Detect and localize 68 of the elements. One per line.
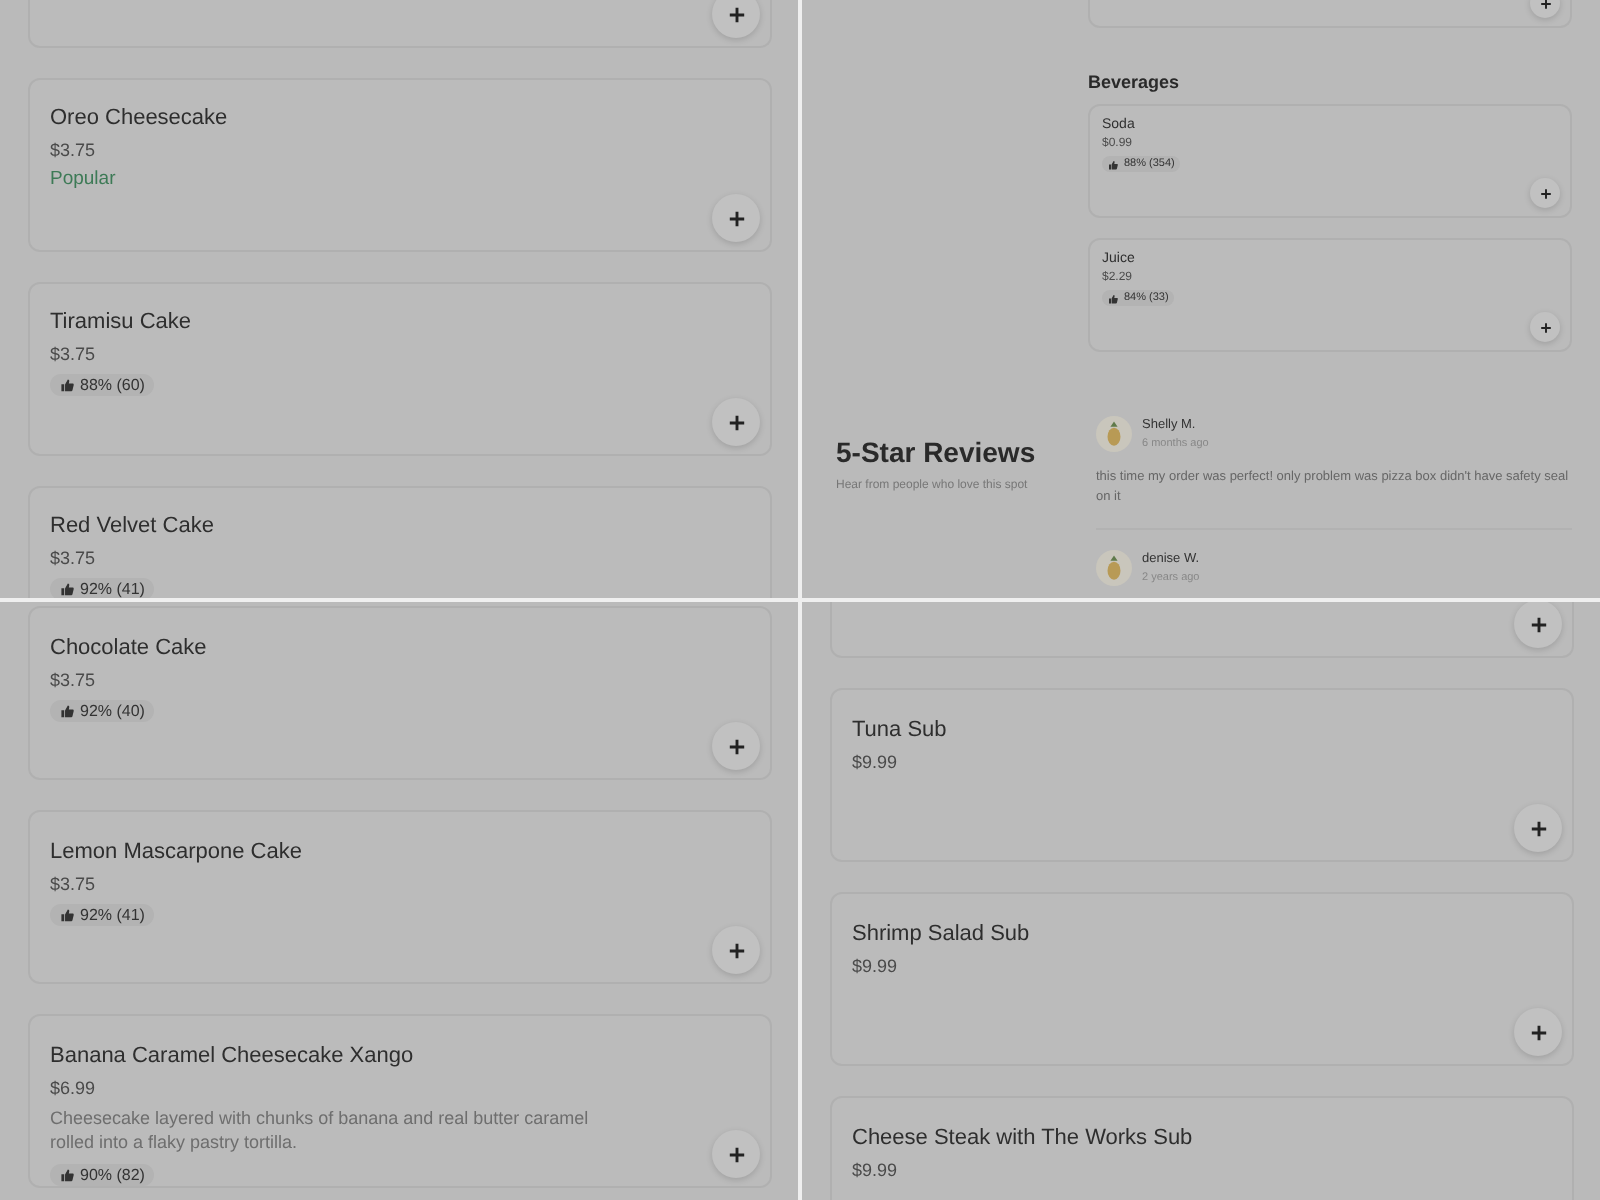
item-price: $6.99 [50,1078,98,1098]
add-button[interactable] [1514,804,1562,852]
add-button[interactable] [1514,602,1562,648]
add-button[interactable] [712,398,760,446]
section-heading: Beverages [1088,72,1182,92]
item-price: $3.75 [50,548,98,568]
thumbs-up-icon [1108,159,1118,169]
plus-icon [727,941,745,959]
menu-item-card[interactable]: Tiramisu Cake $3.75 88% (60) [28,282,772,456]
item-name: Cheese Steak with The Works Sub [852,1126,1195,1150]
thumbs-up-icon [1108,293,1118,303]
add-button[interactable] [1530,178,1560,208]
add-button[interactable] [712,722,760,770]
menu-item-card[interactable]: Tuna Sub $9.99 [830,688,1574,862]
thumbs-up-icon [60,704,74,718]
pineapple-avatar-icon [1096,550,1132,586]
item-name: Oreo Cheesecake [50,106,230,130]
add-button[interactable] [1514,1008,1562,1056]
item-name: Tiramisu Cake [50,310,193,334]
item-name: Banana Caramel Cheesecake Xango [50,1044,416,1068]
menu-item-card[interactable]: Shrimp Salad Sub $9.99 [830,892,1574,1066]
thumbs-up-icon [60,1168,74,1182]
rating-text: 88% (60) [80,376,145,394]
menu-item-card[interactable]: Cheese Steak with The Works Sub $9.99 [830,1096,1574,1200]
add-button[interactable] [712,926,760,974]
item-name: Lemon Mascarpone Cake [50,840,304,864]
plus-icon [1529,819,1547,837]
rating-text: 92% (41) [80,906,145,924]
pineapple-avatar-icon [1096,416,1132,452]
plus-icon [727,413,745,431]
menu-item-card[interactable]: Lemon Mascarpone Cake $3.75 92% (41) [28,810,772,984]
add-button[interactable] [1530,312,1560,342]
item-price: $3.75 [50,670,98,690]
item-price: $3.75 [50,874,98,894]
item-name: Shrimp Salad Sub [852,922,1032,946]
plus-icon [727,5,745,23]
item-name: Tuna Sub [852,718,949,742]
plus-icon [1539,187,1551,199]
plus-icon [727,209,745,227]
menu-item-card[interactable]: Banana Caramel Cheesecake Xango $6.99 Cheesecake layered with chunks of banana and real butter caramel rolled into a flaky pastry tortilla. 90% (82) [28,1014,772,1188]
item-price: $9.99 [852,1160,900,1180]
item-price: $3.75 [50,140,98,160]
plus-icon [727,737,745,755]
rating-text: 92% (41) [80,580,145,598]
plus-icon [1539,0,1551,9]
item-price: $3.75 [50,344,98,364]
plus-icon [727,1145,745,1163]
plus-icon [1539,321,1551,333]
thumbs-up-icon [60,908,74,922]
item-name: Chocolate Cake [50,636,209,660]
item-price: $9.99 [852,752,900,772]
add-button[interactable] [712,1130,760,1178]
menu-item-card[interactable]: Chocolate Cake $3.75 92% (40) [28,606,772,780]
item-description: Cheesecake layered with chunks of banana and real butter caramel rolled into a flaky pastry tortilla. [50,1106,590,1154]
add-button[interactable] [712,0,760,38]
menu-item-card[interactable]: Oreo Cheesecake $3.75 Popular [28,78,772,252]
menu-item-card[interactable]: Red Velvet Cake $3.75 92% (41) [28,486,772,598]
add-button[interactable] [712,194,760,242]
plus-icon [1529,615,1547,633]
plus-icon [1529,1023,1547,1041]
rating-text: 92% (40) [80,702,145,720]
rating-text: 90% (82) [80,1166,145,1184]
popular-label: Popular [50,168,118,190]
thumbs-up-icon [60,582,74,596]
reviews-title: 5-Star Reviews [836,436,1038,468]
thumbs-up-icon [60,378,74,392]
item-price: $9.99 [852,956,900,976]
item-name: Red Velvet Cake [50,514,216,538]
